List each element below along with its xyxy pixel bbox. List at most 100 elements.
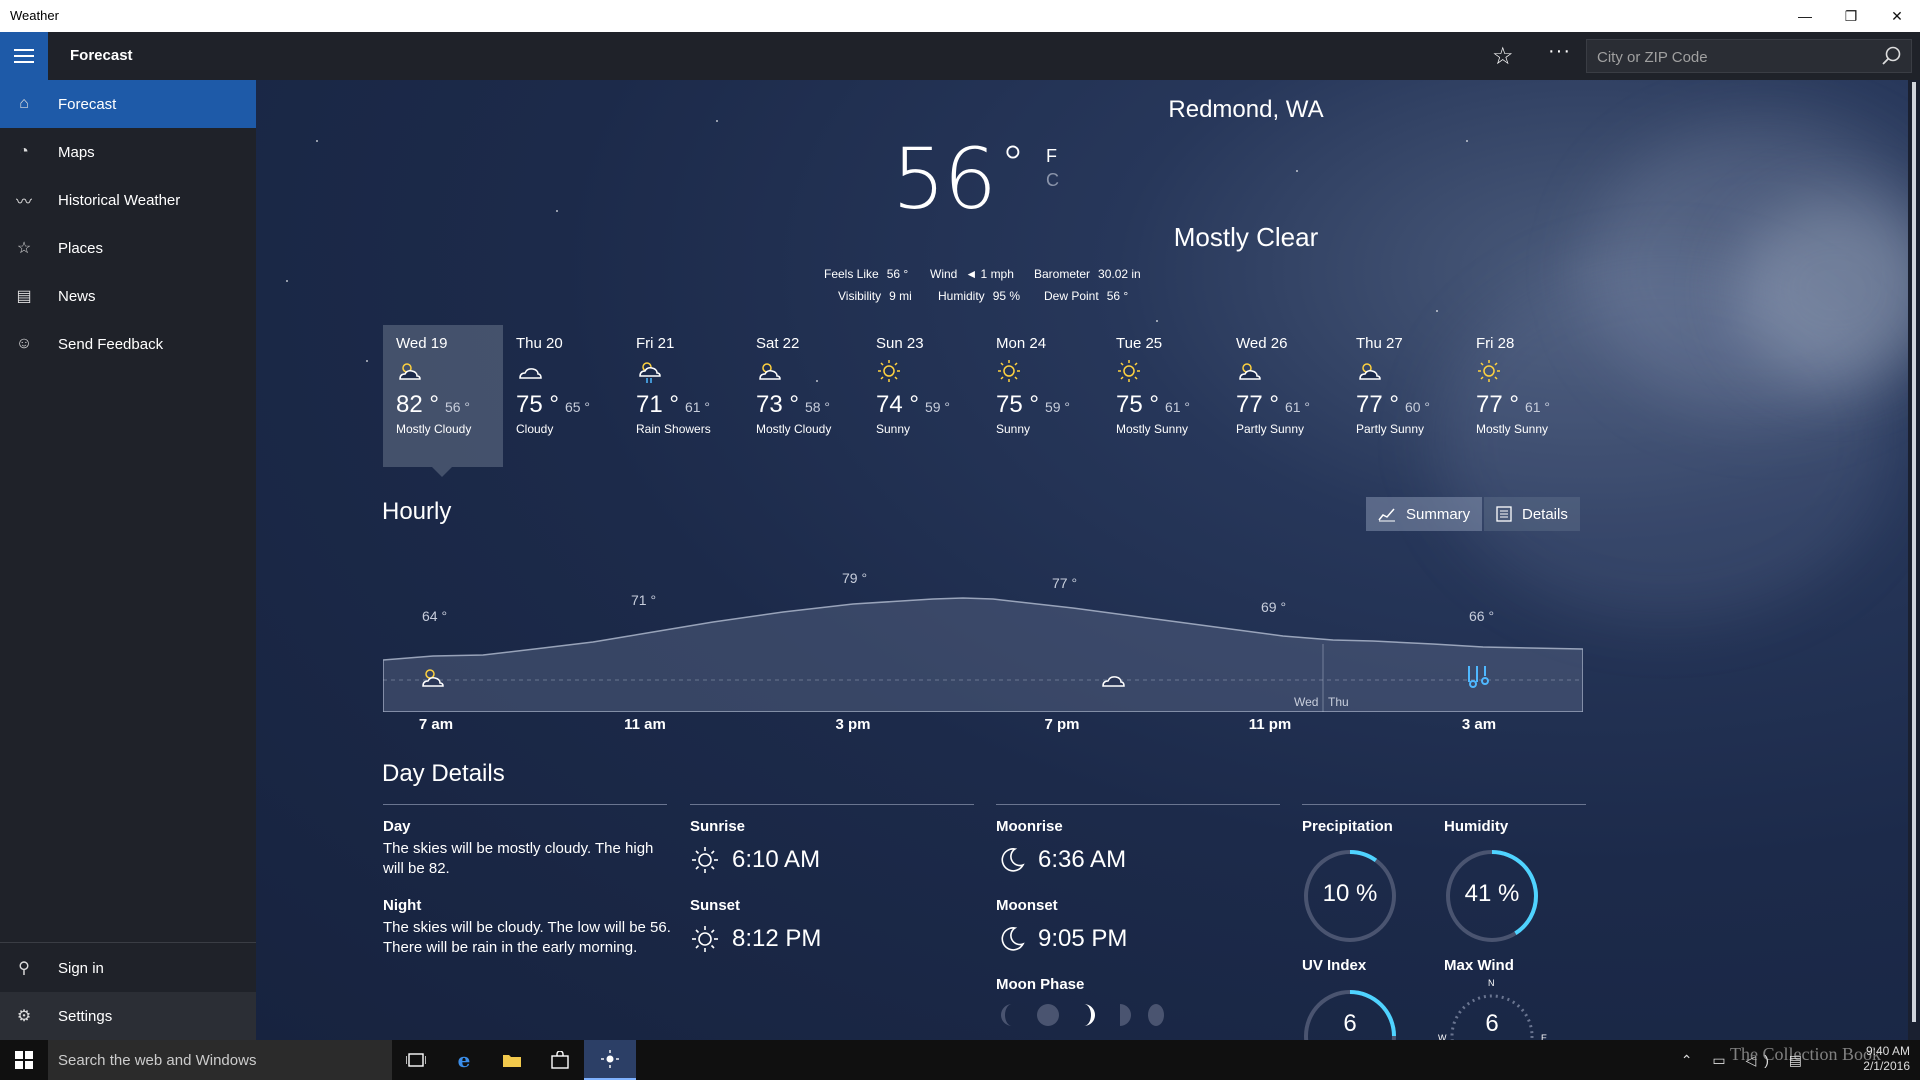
- moonrise-time: 6:36 AM: [1038, 846, 1127, 873]
- forecast-main: Redmond, WA 56 ° F C Mostly Clear Feels L…: [256, 80, 1920, 1040]
- day-card-sat-22[interactable]: Sat 22 73 ° 58 ° Mostly Cloudy: [743, 325, 863, 467]
- moon-icon: [1001, 848, 1025, 872]
- day-card-thu-27[interactable]: Thu 27 77 ° 60 ° Partly Sunny: [1343, 325, 1463, 467]
- humidity-value: 95 %: [992, 289, 1021, 303]
- moon-phase-icon: [1084, 1004, 1095, 1026]
- low-temp: 65 °: [564, 399, 591, 415]
- store-icon[interactable]: [536, 1040, 584, 1080]
- visibility-label: Visibility: [838, 289, 882, 303]
- sunset-label: Sunset: [690, 897, 741, 914]
- day-card-fri-28[interactable]: Fri 28 77 ° 61 ° Mostly Sunny: [1463, 325, 1583, 467]
- more-options-button[interactable]: ···: [1548, 40, 1571, 63]
- hourly-temp-label: 69 °: [1261, 599, 1286, 615]
- max-wind-value: 6: [1485, 1010, 1499, 1037]
- line-chart-icon: [1378, 508, 1395, 522]
- day-card-thu-20[interactable]: Thu 20 75 ° 65 ° Cloudy: [503, 325, 623, 467]
- weather-app-icon[interactable]: [584, 1040, 636, 1080]
- high-temp: 75 °: [996, 391, 1039, 418]
- day-details-title: Day Details: [382, 760, 505, 787]
- uv-index-value: 6: [1343, 1010, 1357, 1037]
- edge-browser-icon[interactable]: e: [440, 1040, 488, 1080]
- low-temp: 61 °: [684, 399, 711, 415]
- taskbar-search[interactable]: Search the web and Windows: [48, 1040, 392, 1080]
- search-input[interactable]: [1597, 46, 1867, 68]
- hourly-temp-label: 71 °: [631, 592, 656, 608]
- sidebar-item-sign-in[interactable]: ⚲ Sign in: [0, 944, 256, 992]
- temperature-area: [383, 597, 1583, 712]
- sidebar-item-label: Forecast: [58, 95, 117, 113]
- day-card-mon-24[interactable]: Mon 24 75 ° 59 ° Sunny: [983, 325, 1103, 467]
- sunrise-icon: [692, 847, 718, 873]
- precipitation-label: Precipitation: [1302, 818, 1393, 835]
- sidebar-item-send-feedback[interactable]: ☺ Send Feedback: [0, 320, 256, 368]
- day-condition: Mostly Sunny: [1116, 422, 1189, 436]
- sidebar-item-news[interactable]: ▤ News: [0, 272, 256, 320]
- summary-button[interactable]: Summary: [1366, 497, 1483, 531]
- dew-point-value: 56 °: [1106, 289, 1129, 303]
- search-icon[interactable]: [1881, 45, 1903, 67]
- hourly-temp-label: 64 °: [422, 608, 447, 624]
- barometer-value: 30.02 in: [1098, 267, 1141, 281]
- hour-label: 7 am: [418, 716, 454, 733]
- day-split-label: Thu: [1328, 695, 1349, 709]
- minimize-button[interactable]: —: [1782, 0, 1828, 32]
- daily-forecast: Wed 19 82 ° 56 ° Mostly Cloudy Thu 20 75 …: [383, 325, 1583, 467]
- partly-cloudy-icon: [1359, 363, 1381, 380]
- close-button[interactable]: ✕: [1874, 0, 1920, 32]
- windows-logo-icon: [15, 1051, 33, 1069]
- sidebar-item-places[interactable]: ☆ Places: [0, 224, 256, 272]
- day-split-label: Wed: [1294, 695, 1318, 709]
- day-card-wed-19[interactable]: Wed 19 82 ° 56 ° Mostly Cloudy: [383, 325, 503, 467]
- day-label: Sat 22: [756, 335, 800, 352]
- main-scrollbar[interactable]: [1908, 80, 1920, 1040]
- sidebar-item-label: Maps: [58, 143, 95, 161]
- sidebar-item-settings[interactable]: ⚙ Settings: [0, 992, 256, 1040]
- sidebar-item-forecast[interactable]: ⌂ Forecast: [0, 80, 256, 128]
- maps-icon: ◔: [19, 143, 29, 160]
- search-box: [1586, 39, 1912, 73]
- high-temp: 77 °: [1236, 391, 1279, 418]
- wind-value: ◄ 1 mph: [965, 267, 1014, 281]
- sunrise-time: 6:10 AM: [732, 846, 821, 873]
- day-card-tue-25[interactable]: Tue 25 75 ° 61 ° Mostly Sunny: [1103, 325, 1223, 467]
- day-card-wed-26[interactable]: Wed 26 77 ° 61 ° Partly Sunny: [1223, 325, 1343, 467]
- day-label: Sun 23: [876, 335, 924, 352]
- night-description: The skies will be cloudy. The low will b…: [383, 919, 671, 956]
- barometer: Barometer 30.02 in: [1034, 267, 1141, 281]
- sidebar-item-label: Settings: [58, 1007, 113, 1025]
- window-title: Weather: [10, 8, 59, 23]
- restore-button[interactable]: ❐: [1828, 0, 1874, 32]
- star-dot: [1466, 140, 1468, 142]
- day-card-sun-23[interactable]: Sun 23 74 ° 59 ° Sunny: [863, 325, 983, 467]
- star-outline-icon[interactable]: ☆: [1492, 42, 1514, 71]
- sidebar-item-maps[interactable]: ◔ Maps: [0, 128, 256, 176]
- day-description: The skies will be mostly cloudy. The hig…: [383, 840, 654, 877]
- day-label: Fri 21: [636, 335, 675, 352]
- task-view-icon[interactable]: [392, 1040, 440, 1080]
- file-explorer-icon[interactable]: [488, 1040, 536, 1080]
- day-label: Fri 28: [1476, 335, 1515, 352]
- moonset-time: 9:05 PM: [1038, 925, 1128, 952]
- low-temp: 59 °: [1044, 399, 1071, 415]
- day-condition: Mostly Sunny: [1476, 422, 1549, 436]
- history-chart-icon: 〰: [15, 194, 32, 211]
- scrollbar-thumb[interactable]: [1912, 82, 1916, 1022]
- gear-icon: ⚙: [16, 1008, 32, 1025]
- barometer-label: Barometer: [1034, 267, 1091, 281]
- hour-label: 11 am: [624, 716, 666, 733]
- high-temp: 73 °: [756, 391, 799, 418]
- high-temp: 74 °: [876, 391, 919, 418]
- details-button[interactable]: Details: [1484, 497, 1580, 531]
- sidebar-item-historical-weather[interactable]: 〰 Historical Weather: [0, 176, 256, 224]
- fahrenheit-toggle[interactable]: F: [1046, 144, 1059, 168]
- window-titlebar: Weather — ❐ ✕: [0, 0, 1920, 32]
- hamburger-menu-button[interactable]: [0, 32, 48, 80]
- hour-label: 3 pm: [835, 716, 871, 733]
- star-dot: [316, 140, 318, 142]
- low-temp: 60 °: [1404, 399, 1431, 415]
- celsius-toggle[interactable]: C: [1046, 168, 1059, 192]
- feels-like-value: 56 °: [886, 267, 909, 281]
- day-card-fri-21[interactable]: Fri 21 71 ° 61 ° Rain Showers: [623, 325, 743, 467]
- start-button[interactable]: [0, 1040, 48, 1080]
- hourly-temp-label: 79 °: [842, 570, 867, 586]
